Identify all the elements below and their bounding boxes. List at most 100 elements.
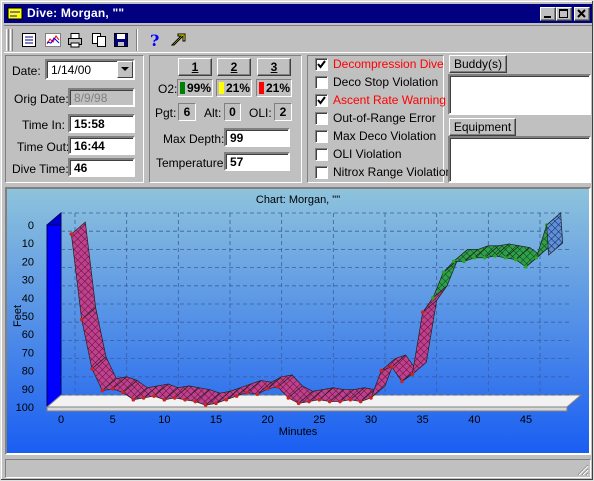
- chart-left-wall-face: [46, 224, 62, 408]
- depth-point: [389, 365, 394, 369]
- pgt-label: Pgt:: [155, 106, 177, 120]
- maximize-icon: [559, 9, 568, 18]
- warning-label: OLI Violation: [333, 147, 402, 161]
- toolbar-separator: [136, 29, 138, 51]
- date-combo[interactable]: 1/14/00: [45, 59, 135, 80]
- y-axis-label: Feet: [12, 305, 24, 327]
- o2-color-chip: [259, 82, 264, 94]
- toolbar-grip[interactable]: [6, 29, 9, 51]
- chevron-down-icon: [121, 67, 129, 71]
- o2-mix-3: 21%: [256, 79, 292, 97]
- depth-point: [410, 372, 415, 377]
- buddy-button[interactable]: Buddy(s): [449, 55, 507, 73]
- check-icon: [317, 60, 326, 69]
- x-tick-label: 15: [210, 414, 222, 426]
- checkbox-box[interactable]: [315, 130, 328, 143]
- depth-point: [462, 259, 466, 264]
- help-button[interactable]: ?: [144, 29, 166, 51]
- depth-point: [69, 232, 74, 236]
- temperature-label: Temperature:: [156, 156, 227, 170]
- checkbox-box[interactable]: [315, 166, 328, 179]
- depth-point: [234, 394, 239, 398]
- o2-color-chip: [180, 82, 185, 94]
- resize-grip-icon[interactable]: [577, 464, 589, 476]
- checkbox-box[interactable]: [315, 112, 328, 125]
- log-book-button[interactable]: [18, 29, 40, 51]
- depth-point: [534, 255, 539, 260]
- time-in-field[interactable]: 15:58: [68, 114, 135, 133]
- x-tick-label: 40: [468, 414, 480, 426]
- depth-point: [348, 397, 353, 402]
- window-title: Dive: Morgan, "": [27, 6, 125, 20]
- y-tick-label: 60: [22, 329, 34, 341]
- close-button[interactable]: [574, 7, 590, 21]
- y-tick-label: 0: [28, 220, 34, 232]
- equipment-button[interactable]: Equipment: [449, 118, 516, 136]
- context-help-icon: [171, 33, 186, 46]
- save-button[interactable]: [110, 29, 132, 51]
- y-tick-label: 10: [22, 238, 34, 250]
- depth-point: [358, 399, 363, 404]
- max-depth-label: Max Depth:: [163, 132, 225, 146]
- equipment-memo[interactable]: [448, 136, 591, 183]
- mix-3-button[interactable]: 3: [257, 58, 291, 76]
- depth-point: [100, 388, 105, 393]
- orig-date-label: Orig Date:: [14, 92, 69, 106]
- svg-text:?: ?: [150, 32, 159, 48]
- checkbox-box[interactable]: [315, 76, 328, 89]
- oli-label: OLI:: [249, 106, 272, 120]
- title-bar[interactable]: Dive: Morgan, "": [4, 4, 592, 23]
- depth-point: [121, 390, 125, 395]
- depth-point: [276, 385, 280, 389]
- checkbox-box[interactable]: [315, 148, 328, 161]
- depth-point: [79, 317, 84, 322]
- time-out-field[interactable]: 16:44: [68, 136, 135, 155]
- checkbox-box[interactable]: [315, 94, 328, 107]
- depth-point: [172, 396, 177, 400]
- depth-point: [317, 397, 322, 402]
- depth-point: [286, 396, 291, 400]
- buddy-memo[interactable]: [448, 74, 591, 115]
- depth-point: [224, 397, 229, 402]
- temperature-field[interactable]: 57: [224, 152, 290, 171]
- maximize-button[interactable]: [556, 7, 572, 21]
- print-button[interactable]: [64, 29, 86, 51]
- mix-2-button[interactable]: 2: [217, 58, 251, 76]
- warning-label: Out-of-Range Error: [333, 111, 436, 125]
- depth-point: [420, 310, 425, 315]
- toolbar-grip[interactable]: [10, 29, 13, 51]
- o2-value: 99%: [187, 81, 212, 95]
- depth-point: [441, 270, 446, 275]
- copy-button[interactable]: [88, 29, 110, 51]
- depth-point: [482, 255, 487, 260]
- chart-button[interactable]: [42, 29, 64, 51]
- y-tick-label: 100: [16, 402, 34, 414]
- mix-1-button[interactable]: 1: [178, 58, 212, 76]
- x-tick-label: 30: [365, 414, 377, 426]
- y-tick-label: 40: [22, 293, 34, 305]
- o2-value: 21%: [266, 81, 291, 95]
- max-depth-field[interactable]: 99: [224, 128, 290, 147]
- depth-point: [110, 387, 115, 391]
- context-help-button[interactable]: [168, 29, 190, 51]
- depth-point: [524, 265, 528, 269]
- warning-label: Max Deco Violation: [333, 129, 437, 143]
- depth-point: [400, 379, 404, 384]
- date-dropdown-button[interactable]: [117, 61, 133, 78]
- dive-time-field[interactable]: 46: [68, 158, 135, 177]
- depth-point: [369, 396, 373, 400]
- depth-point: [265, 387, 270, 391]
- help-icon: ?: [150, 32, 159, 48]
- depth-point: [214, 401, 218, 406]
- chart-icon: [45, 33, 61, 47]
- depth-point: [338, 399, 342, 404]
- minimize-button[interactable]: [540, 7, 556, 21]
- warning-label: Nitrox Range Violation: [333, 165, 453, 179]
- depth-point: [203, 403, 208, 407]
- depth-point: [162, 397, 167, 402]
- x-tick-label: 20: [262, 414, 274, 426]
- x-tick-label: 5: [110, 414, 116, 426]
- app-icon: [7, 7, 23, 20]
- chart-title: Chart: Morgan, "": [256, 194, 340, 206]
- checkbox-box[interactable]: [315, 58, 328, 71]
